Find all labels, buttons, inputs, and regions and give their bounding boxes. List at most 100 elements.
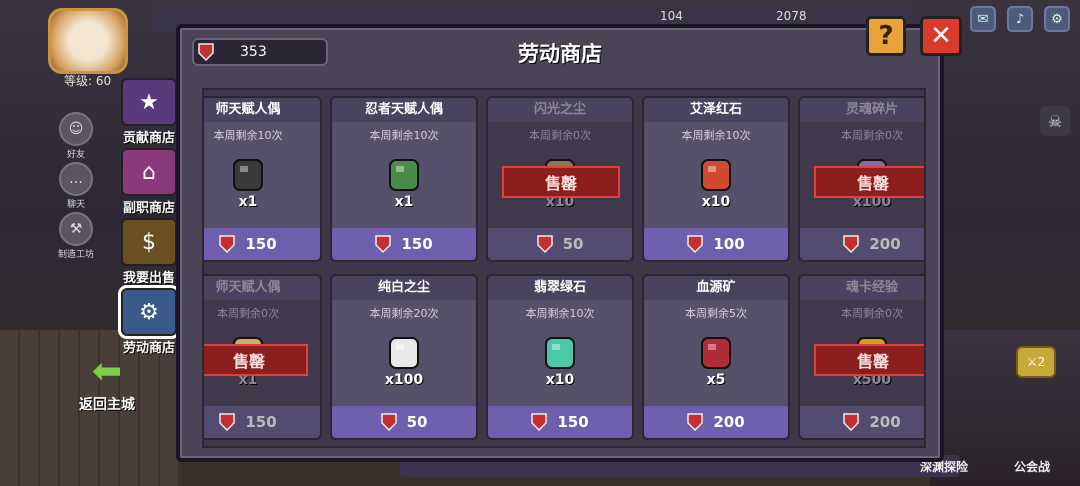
item-price: 150 [245, 413, 277, 431]
item-price-row[interactable]: 200 [644, 406, 788, 438]
shop-item-card[interactable]: 魂卡经验 本周剩余0次 x500 200 售罄 [798, 274, 924, 440]
shop-tab-icon: $ [121, 218, 177, 266]
shop-tab-0[interactable]: ★ 贡献商店 [118, 78, 180, 146]
item-weekly-limit: 本周剩余20次 [369, 307, 439, 320]
item-price: 200 [869, 413, 901, 431]
shop-item-card[interactable]: 灵魂碎片 本周剩余0次 x100 200 售罄 [798, 96, 924, 262]
help-button[interactable]: ? [866, 16, 906, 56]
labor-token-icon [843, 413, 860, 431]
ninja-doll-icon [389, 159, 419, 191]
item-price-row[interactable]: 100 [644, 228, 788, 260]
item-weekly-limit: 本周剩余10次 [525, 307, 595, 320]
player-level: 等级: 60 [64, 74, 112, 88]
item-name: 师天赋人偶 [204, 276, 320, 300]
chat-button[interactable]: … 聊天 [56, 162, 96, 210]
close-button[interactable]: ✕ [920, 16, 962, 56]
item-price: 150 [557, 413, 589, 431]
back-to-city-button[interactable]: ⬅ 返回主城 [64, 350, 150, 414]
blood-ore-icon [701, 337, 731, 369]
shop-tab-icon: ★ [121, 78, 177, 126]
item-name: 翡翠绿石 [488, 276, 632, 300]
white-dust-icon [389, 337, 419, 369]
item-price-row: 200 [800, 406, 924, 438]
red-stone-icon [701, 159, 731, 191]
labor-token-icon [531, 413, 548, 431]
shop-tab-label: 贡献商店 [122, 131, 175, 146]
resource-count-2: 2078 [776, 9, 807, 23]
item-name: 闪光之尘 [488, 98, 632, 122]
item-weekly-limit: 本周剩余5次 [685, 307, 747, 320]
workshop-button[interactable]: ⚒ 制造工坊 [56, 212, 96, 260]
sound-icon[interactable]: ♪ [1007, 6, 1033, 32]
chat-icon: … [59, 162, 93, 196]
back-arrow-icon: ⬅ [91, 351, 123, 392]
labor-token-icon [219, 235, 236, 253]
item-price-row: 150 [204, 406, 320, 438]
labor-token-icon [843, 235, 860, 253]
back-to-city-label: 返回主城 [79, 397, 135, 413]
item-price-row[interactable]: 150 [204, 228, 320, 260]
item-grid[interactable]: 师天赋人偶 本周剩余10次 x1 150 忍者天赋人偶 本周剩余10次 x1 150 闪光之尘本… [202, 88, 926, 448]
shop-tab-1[interactable]: ⌂ 副职商店 [118, 148, 180, 216]
item-name: 纯白之尘 [332, 276, 476, 300]
item-name: 灵魂碎片 [800, 98, 924, 122]
item-price-row: 50 [488, 228, 632, 260]
item-quantity: x10 [545, 372, 575, 388]
item-weekly-limit: 本周剩余0次 [529, 129, 591, 142]
item-weekly-limit: 本周剩余10次 [681, 129, 751, 142]
item-price-row: 200 [800, 228, 924, 260]
workshop-label: 制造工坊 [57, 250, 94, 260]
ghost-icon[interactable]: ☠ [1040, 106, 1070, 136]
chat-label: 聊天 [66, 200, 85, 210]
sold-out-stamp: 售罄 [502, 166, 620, 198]
friends-button[interactable]: ☺ 好友 [56, 112, 96, 160]
item-weekly-limit: 本周剩余10次 [369, 129, 439, 142]
sword-badge[interactable]: ⚔ 2 [1016, 346, 1056, 378]
shop-item-card[interactable]: 艾泽红石本周剩余10次 x10 100 [642, 96, 790, 262]
labor-token-icon [536, 235, 553, 253]
labor-token-icon [219, 413, 236, 431]
item-quantity: x10 [701, 194, 731, 210]
item-price-row[interactable]: 150 [488, 406, 632, 438]
guild-war-label[interactable]: 公会战 [1014, 458, 1050, 475]
shop-tab-icon: ⚙ [118, 285, 180, 339]
item-quantity: x1 [394, 194, 414, 210]
sword-icon: ⚔ [1026, 355, 1038, 369]
item-price: 200 [869, 235, 901, 253]
shop-item-card[interactable]: 师天赋人偶 本周剩余0次 x1 150 售罄 [204, 274, 322, 440]
shop-item-card[interactable]: 纯白之尘本周剩余20次 x100 50 [330, 274, 478, 440]
item-name: 艾泽红石 [644, 98, 788, 122]
jade-stone-icon [545, 337, 575, 369]
labor-token-icon [687, 413, 704, 431]
shop-tab-3[interactable]: ⚙ 劳动商店 [118, 285, 180, 356]
shop-tab-label: 副职商店 [122, 201, 175, 216]
shop-item-card[interactable]: 血源矿 本周剩余5次 x5 200 [642, 274, 790, 440]
player-avatar[interactable] [48, 8, 128, 74]
item-name: 魂卡经验 [800, 276, 924, 300]
shop-tab-2[interactable]: $ 我要出售 [118, 218, 180, 286]
item-price-row[interactable]: 150 [332, 228, 476, 260]
item-quantity: x1 [238, 194, 258, 210]
mail-icon[interactable]: ✉ [970, 6, 996, 32]
labor-shop-dialog: 353 劳动商店 师天赋人偶 本周剩余10次 x1 150 忍者天赋人偶 本周剩余10次 x… [176, 24, 944, 462]
labor-token-icon [380, 413, 397, 431]
friend-icon: ☺ [59, 112, 93, 146]
shop-item-card[interactable]: 师天赋人偶 本周剩余10次 x1 150 [204, 96, 322, 262]
mage-doll-icon [233, 159, 263, 191]
item-quantity: x100 [384, 372, 424, 388]
friends-label: 好友 [66, 150, 85, 160]
item-weekly-limit: 本周剩余10次 [213, 129, 283, 142]
workshop-icon: ⚒ [59, 212, 93, 246]
shop-item-card[interactable]: 闪光之尘 本周剩余0次 x10 50 售罄 [486, 96, 634, 262]
item-quantity: x5 [706, 372, 726, 388]
item-price-row[interactable]: 50 [332, 406, 476, 438]
shop-tab-icon: ⌂ [121, 148, 177, 196]
item-price: 50 [406, 413, 428, 431]
shop-title: 劳动商店 [518, 42, 602, 66]
item-weekly-limit: 本周剩余0次 [841, 129, 903, 142]
item-price: 150 [401, 235, 433, 253]
shop-item-card[interactable]: 翡翠绿石本周剩余10次 x10 150 [486, 274, 634, 440]
settings-gear-icon[interactable]: ⚙ [1044, 6, 1070, 32]
shop-item-card[interactable]: 忍者天赋人偶 本周剩余10次 x1 150 [330, 96, 478, 262]
sword-badge-count: 2 [1037, 355, 1046, 369]
